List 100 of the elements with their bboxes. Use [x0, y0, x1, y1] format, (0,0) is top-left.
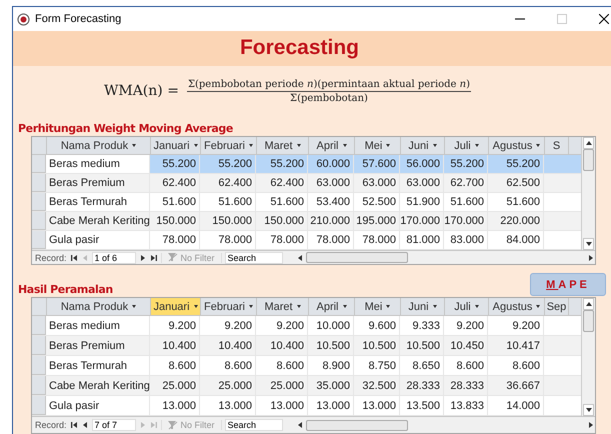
- table-cell: 150.000: [256, 212, 308, 230]
- dropdown-icon[interactable]: [386, 305, 390, 308]
- horizontal-scrollbar[interactable]: [296, 251, 595, 264]
- search-field[interactable]: Search: [224, 419, 283, 431]
- table-cell: 25.000: [200, 376, 256, 395]
- table-row[interactable]: Gula pasir 13.000 13.000 13.000 13.000 13.000 13.500 13.833 14.000: [32, 396, 581, 416]
- column-header[interactable]: Januari: [151, 137, 201, 154]
- scroll-thumb[interactable]: [583, 310, 594, 332]
- table-cell: 9.200: [488, 316, 544, 335]
- dropdown-icon[interactable]: [248, 144, 253, 147]
- table-cell: Gula pasir: [46, 396, 150, 415]
- scroll-down-icon[interactable]: [584, 406, 592, 414]
- table-cell: 9.200: [150, 316, 200, 335]
- last-record-icon[interactable]: [150, 254, 158, 262]
- scroll-right-icon[interactable]: [587, 421, 595, 429]
- dropdown-icon[interactable]: [296, 144, 301, 147]
- dropdown-icon[interactable]: [474, 305, 479, 308]
- formula-denominator: Σ(pembobotan): [290, 92, 368, 104]
- scroll-up-icon[interactable]: [584, 300, 592, 308]
- table-cell: 8.600: [256, 356, 308, 375]
- table-row[interactable]: Beras medium 55.200 55.200 55.200 60.000 57.600 56.000 55.200 55.200: [32, 155, 581, 174]
- table-row[interactable]: Cabe Merah Keriting 25.000 25.000 25.000 35.000 32.500 28.333 28.333 36.667: [32, 376, 581, 396]
- table-row[interactable]: Gula pasir 78.000 78.000 78.000 78.000 78.000 81.000 83.000 84.000: [32, 231, 581, 250]
- table-cell: 62.400: [150, 174, 200, 192]
- record-label: Record:: [35, 420, 67, 430]
- table-cell: 55.200: [200, 155, 256, 173]
- dropdown-icon[interactable]: [248, 305, 253, 308]
- table-cell: 9.200: [256, 316, 308, 335]
- table-cell: 51.600: [150, 193, 200, 211]
- table-cell: Cabe Merah Keriting: [46, 376, 150, 395]
- table-row[interactable]: Beras Termurah 8.600 8.600 8.600 8.900 8.750 8.650 8.600 8.600: [32, 356, 581, 376]
- first-record-icon[interactable]: [70, 421, 78, 429]
- table-cell: 150.000: [150, 212, 200, 230]
- dropdown-icon[interactable]: [342, 144, 346, 147]
- vertical-scrollbar[interactable]: [581, 298, 595, 416]
- table-cell: 10.417: [488, 336, 544, 355]
- search-field[interactable]: Search: [224, 252, 283, 264]
- scroll-up-icon[interactable]: [584, 139, 592, 147]
- filter-icon: [168, 420, 178, 430]
- mape-button[interactable]: MAPE: [530, 273, 606, 296]
- vertical-scrollbar[interactable]: [581, 137, 595, 250]
- table-row[interactable]: Beras Premium 62.400 62.400 62.400 63.000 63.000 63.000 62.700 62.500: [32, 174, 581, 193]
- table-row[interactable]: Beras Termurah 51.600 51.600 51.600 53.400 52.500 51.900 51.600 51.600: [32, 193, 581, 212]
- table-cell: 36.667: [488, 376, 544, 395]
- scroll-down-icon[interactable]: [584, 240, 592, 248]
- table-row[interactable]: Beras medium 9.200 9.200 9.200 10.000 9.600 9.333 9.200 9.200: [32, 316, 581, 336]
- maximize-icon: [556, 14, 566, 24]
- table-cell: 81.000: [400, 231, 444, 249]
- scroll-left-icon[interactable]: [296, 254, 304, 262]
- table-cell: 57.600: [354, 155, 400, 173]
- table-cell: 62.700: [444, 174, 488, 192]
- form-heading: Forecasting: [240, 36, 360, 60]
- table-cell: 51.600: [488, 193, 544, 211]
- dropdown-icon[interactable]: [132, 305, 136, 308]
- filter-icon: [168, 253, 178, 262]
- table-cell: 53.400: [308, 193, 354, 211]
- first-record-icon[interactable]: [70, 254, 78, 262]
- table-cell: 10.450: [444, 336, 488, 355]
- table-row[interactable]: Cabe Merah Keriting 150.000 150.000 150.000 210.000 195.000 170.000 170.000 220.000: [32, 212, 581, 231]
- close-icon: [598, 14, 608, 24]
- scroll-left-icon[interactable]: [296, 421, 304, 429]
- section-title: Perhitungan Weight Moving Average: [18, 122, 234, 135]
- table-cell: 14.000: [488, 396, 544, 415]
- dropdown-icon[interactable]: [194, 305, 198, 308]
- table-cell: 9.600: [354, 316, 400, 335]
- dropdown-icon[interactable]: [536, 305, 540, 308]
- dropdown-icon[interactable]: [432, 144, 437, 147]
- column-header[interactable]: Januari: [151, 298, 201, 315]
- scroll-thumb[interactable]: [583, 149, 594, 171]
- table-cell: 195.000: [354, 212, 400, 230]
- column-header[interactable]: Sep: [545, 298, 569, 315]
- table-cell: 63.000: [354, 174, 400, 192]
- table-cell: 63.000: [400, 174, 444, 192]
- table-cell: 8.600: [150, 356, 200, 375]
- record-position-field[interactable]: 1 of 6: [92, 252, 136, 264]
- dropdown-icon[interactable]: [194, 144, 198, 147]
- table-cell: 55.200: [150, 155, 200, 173]
- dropdown-icon[interactable]: [296, 305, 301, 308]
- dropdown-icon[interactable]: [342, 305, 346, 308]
- next-record-icon[interactable]: [138, 254, 147, 262]
- table-cell: 51.900: [400, 193, 444, 211]
- table-cell: 55.200: [256, 155, 308, 173]
- table-row[interactable]: Beras Premium 10.400 10.400 10.400 10.500 10.500 10.500 10.450 10.417: [32, 336, 581, 356]
- table-cell: Beras medium: [46, 155, 150, 173]
- dropdown-icon[interactable]: [536, 144, 540, 147]
- table-cell: 10.500: [354, 336, 400, 355]
- table-cell: 25.000: [150, 376, 200, 395]
- table-cell: 13.000: [256, 396, 308, 415]
- dropdown-icon[interactable]: [474, 144, 479, 147]
- section-title: Hasil Peramalan: [18, 283, 113, 296]
- table-cell: 62.500: [488, 174, 544, 192]
- dropdown-icon[interactable]: [132, 144, 136, 147]
- previous-record-icon[interactable]: [80, 421, 89, 429]
- record-position-field[interactable]: 7 of 7: [92, 419, 136, 431]
- table-cell: 170.000: [444, 212, 488, 230]
- horizontal-scrollbar[interactable]: [296, 417, 595, 433]
- dropdown-icon[interactable]: [432, 305, 437, 308]
- scroll-right-icon[interactable]: [587, 254, 595, 262]
- table-cell: 8.650: [400, 356, 444, 375]
- dropdown-icon[interactable]: [386, 144, 390, 147]
